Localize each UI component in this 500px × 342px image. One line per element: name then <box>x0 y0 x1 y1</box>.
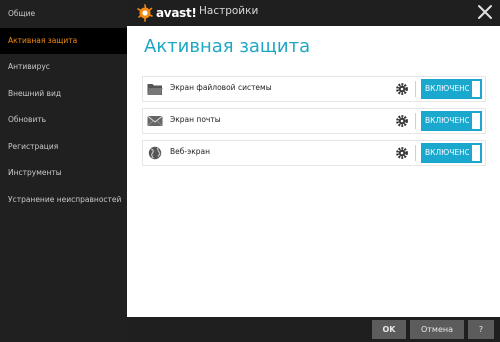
shield-row-file-system: Экран файловой системы ВКЛЮЧЕНО <box>142 76 486 102</box>
gear-icon[interactable] <box>395 146 409 160</box>
globe-icon <box>148 146 162 160</box>
page-title: Активная защита <box>144 36 311 57</box>
title-bar: avast! Настройки <box>127 0 500 26</box>
shield-toggle[interactable]: ВКЛЮЧЕНО <box>421 79 482 99</box>
sidebar-item-troubleshooting[interactable]: Устранение неисправностей <box>0 187 127 214</box>
shield-toggle[interactable]: ВКЛЮЧЕНО <box>421 143 482 163</box>
avast-logo: avast! <box>136 4 197 22</box>
window-title: Настройки <box>199 5 259 17</box>
divider <box>415 113 416 129</box>
envelope-icon <box>147 115 163 127</box>
shield-label: Экран файловой системы <box>170 83 272 92</box>
ok-button[interactable]: OK <box>372 320 406 339</box>
main-panel: Активная защита Экран файловой системы В… <box>127 26 500 317</box>
shield-toggle[interactable]: ВКЛЮЧЕНО <box>421 111 482 131</box>
shield-row-mail: Экран почты ВКЛЮЧЕНО <box>142 108 486 134</box>
footer-bar: OK Отмена ? <box>127 317 500 342</box>
toggle-label: ВКЛЮЧЕНО <box>425 148 469 157</box>
sidebar-item-appearance[interactable]: Внешний вид <box>0 81 127 108</box>
sidebar-item-antivirus[interactable]: Антивирус <box>0 54 127 81</box>
cancel-button[interactable]: Отмена <box>410 320 464 339</box>
close-icon[interactable] <box>476 3 494 21</box>
toggle-label: ВКЛЮЧЕНО <box>425 116 469 125</box>
shield-label: Веб-экран <box>170 147 210 156</box>
sidebar-item-general[interactable]: Общие <box>0 1 127 28</box>
sidebar-item-registration[interactable]: Регистрация <box>0 134 127 161</box>
folder-icon <box>147 84 163 95</box>
help-button[interactable]: ? <box>468 320 494 339</box>
toggle-knob <box>472 81 480 97</box>
gear-icon[interactable] <box>395 114 409 128</box>
sidebar-item-update[interactable]: Обновить <box>0 107 127 134</box>
shield-label: Экран почты <box>170 115 221 124</box>
toggle-label: ВКЛЮЧЕНО <box>425 84 469 93</box>
divider <box>415 81 416 97</box>
avast-ball-icon <box>137 4 153 22</box>
toggle-knob <box>472 113 480 129</box>
sidebar-item-active-protection[interactable]: Активная защита <box>0 27 127 54</box>
toggle-knob <box>472 145 480 161</box>
brand-name: avast! <box>156 6 197 20</box>
sidebar: Общие Активная защита Антивирус Внешний … <box>0 0 127 342</box>
divider <box>415 145 416 161</box>
gear-icon[interactable] <box>395 82 409 96</box>
sidebar-item-tools[interactable]: Инструменты <box>0 160 127 187</box>
shield-row-web: Веб-экран ВКЛЮЧЕНО <box>142 140 486 166</box>
